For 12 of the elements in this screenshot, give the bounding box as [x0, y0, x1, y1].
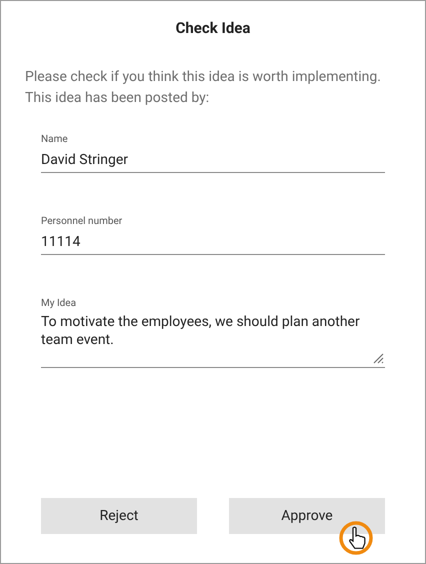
resize-handle-icon[interactable] — [372, 352, 384, 364]
text-field[interactable]: David Stringer — [41, 146, 385, 172]
text-field[interactable]: 11114 — [41, 228, 385, 254]
field-label: Name — [41, 132, 69, 146]
field-label: My Idea — [41, 296, 78, 310]
field-label: Personnel number — [41, 214, 124, 228]
dialog-title: Check Idea — [174, 18, 252, 39]
dialog-button[interactable]: Reject — [41, 498, 197, 534]
idea-textarea[interactable]: To motivate the employees, we should plan another team event. — [41, 310, 385, 368]
cursor-highlight-icon — [338, 520, 374, 556]
intro-text: Please check if you think this idea is worth implementing. This idea has been posted by: — [25, 68, 382, 108]
dialog-button[interactable]: Approve — [229, 498, 385, 534]
